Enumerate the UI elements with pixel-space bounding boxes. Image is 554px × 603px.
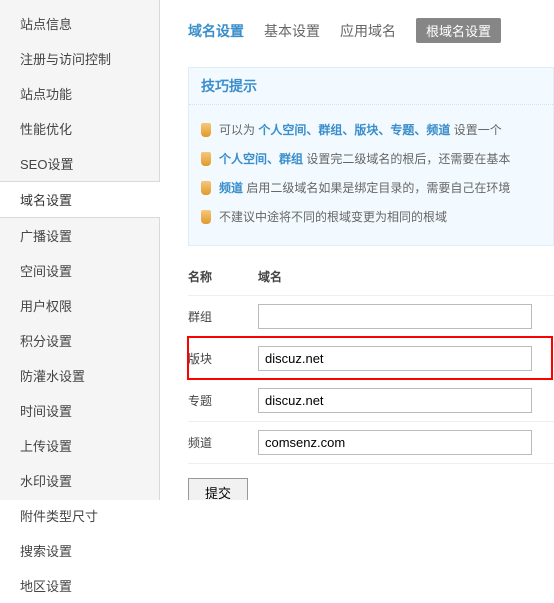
col-header-domain: 域名 — [258, 268, 554, 285]
sidebar-item-watermark[interactable]: 水印设置 — [0, 463, 159, 498]
domain-form: 名称 域名 群组 版块 专题 频道 提交 — [188, 268, 554, 500]
sidebar-item-antispam[interactable]: 防灌水设置 — [0, 358, 159, 393]
sidebar-item-site-features[interactable]: 站点功能 — [0, 76, 159, 111]
form-row-forum: 版块 — [188, 337, 552, 379]
main-content: 域名设置 基本设置 应用域名 根域名设置 技巧提示 可以为 个人空间、群组、版块… — [160, 0, 554, 500]
tab-root-domain[interactable]: 根域名设置 — [416, 18, 501, 43]
bulb-icon — [201, 123, 211, 137]
sidebar-item-domain[interactable]: 域名设置 — [0, 181, 160, 218]
form-row-channel: 频道 — [188, 421, 554, 463]
domain-input-group[interactable] — [258, 304, 532, 329]
sidebar-item-site-info[interactable]: 站点信息 — [0, 6, 159, 41]
sidebar-item-seo[interactable]: SEO设置 — [0, 146, 159, 181]
tip-line: 个人空间、群组 设置完二级域名的根后，还需要在基本 — [201, 144, 541, 173]
tip-line: 频道 启用二级域名如果是绑定目录的，需要自己在环境 — [201, 173, 541, 202]
submit-row: 提交 — [188, 463, 554, 500]
tips-header: 技巧提示 — [189, 68, 553, 105]
tab-basic-settings[interactable]: 基本设置 — [264, 21, 320, 41]
form-row-topic: 专题 — [188, 379, 554, 421]
tab-bar: 域名设置 基本设置 应用域名 根域名设置 — [188, 18, 554, 43]
sidebar-item-broadcast[interactable]: 广播设置 — [0, 218, 159, 253]
sidebar-item-attachment-type[interactable]: 附件类型尺寸 — [0, 498, 159, 533]
sidebar-item-user-permission[interactable]: 用户权限 — [0, 288, 159, 323]
row-label: 专题 — [188, 392, 258, 409]
form-header: 名称 域名 — [188, 268, 554, 295]
sidebar-item-region[interactable]: 地区设置 — [0, 568, 159, 603]
tips-box: 技巧提示 可以为 个人空间、群组、版块、专题、频道 设置一个 个人空间、群组 设… — [188, 67, 554, 246]
sidebar: 站点信息 注册与访问控制 站点功能 性能优化 SEO设置 域名设置 广播设置 空… — [0, 0, 160, 500]
col-header-name: 名称 — [188, 268, 258, 285]
row-label: 频道 — [188, 434, 258, 451]
form-row-group: 群组 — [188, 295, 554, 337]
domain-input-topic[interactable] — [258, 388, 532, 413]
sidebar-item-search[interactable]: 搜索设置 — [0, 533, 159, 568]
tip-line: 不建议中途将不同的根域变更为相同的根域 — [201, 202, 541, 231]
row-label: 群组 — [188, 308, 258, 325]
domain-input-channel[interactable] — [258, 430, 532, 455]
row-label: 版块 — [188, 350, 258, 367]
sidebar-item-upload[interactable]: 上传设置 — [0, 428, 159, 463]
tab-domain-settings[interactable]: 域名设置 — [188, 21, 244, 41]
bulb-icon — [201, 210, 211, 224]
sidebar-item-performance[interactable]: 性能优化 — [0, 111, 159, 146]
bulb-icon — [201, 152, 211, 166]
sidebar-item-register-access[interactable]: 注册与访问控制 — [0, 41, 159, 76]
tip-line: 可以为 个人空间、群组、版块、专题、频道 设置一个 — [201, 115, 541, 144]
tab-app-domain[interactable]: 应用域名 — [340, 21, 396, 41]
tips-body: 可以为 个人空间、群组、版块、专题、频道 设置一个 个人空间、群组 设置完二级域… — [189, 105, 553, 245]
sidebar-item-space[interactable]: 空间设置 — [0, 253, 159, 288]
domain-input-forum[interactable] — [258, 346, 532, 371]
bulb-icon — [201, 181, 211, 195]
sidebar-item-time[interactable]: 时间设置 — [0, 393, 159, 428]
sidebar-item-points[interactable]: 积分设置 — [0, 323, 159, 358]
submit-button[interactable]: 提交 — [188, 478, 248, 500]
